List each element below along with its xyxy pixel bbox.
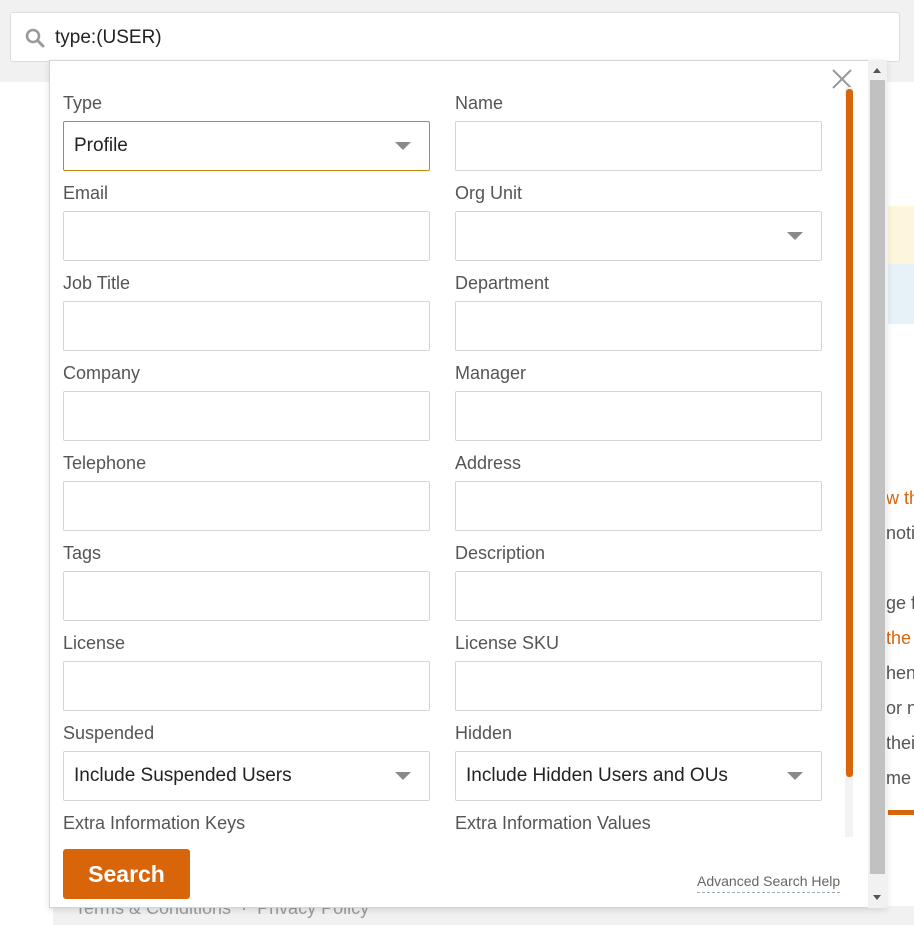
chevron-down-icon <box>395 142 411 150</box>
type-select-value: Profile <box>74 135 128 156</box>
org-unit-select[interactable] <box>455 211 822 261</box>
advanced-search-panel: Type Profile Name Email Org Unit Job Tit… <box>49 60 887 908</box>
background-text: hen <box>886 663 914 683</box>
manager-input[interactable] <box>455 391 822 441</box>
hidden-select[interactable]: Include Hidden Users and OUs <box>455 751 822 801</box>
background-text: notif <box>886 523 914 543</box>
suspended-label: Suspended <box>63 723 155 743</box>
scroll-down-arrow-icon[interactable] <box>873 895 881 900</box>
background-highlight-yellow <box>888 206 914 264</box>
background-text: thei <box>886 733 914 753</box>
tags-input[interactable] <box>63 571 430 621</box>
department-label: Department <box>455 273 550 293</box>
telephone-input[interactable] <box>63 481 430 531</box>
hidden-label: Hidden <box>455 723 513 743</box>
search-bar[interactable]: type:(USER) <box>10 12 900 62</box>
background-text: or n <box>886 698 914 718</box>
type-label: Type <box>63 93 103 113</box>
extra-info-values-label: Extra Information Values <box>455 813 651 833</box>
email-input[interactable] <box>63 211 430 261</box>
company-label: Company <box>63 363 141 383</box>
org-unit-label: Org Unit <box>455 183 523 203</box>
scroll-up-arrow-icon[interactable] <box>873 68 881 73</box>
company-input[interactable] <box>63 391 430 441</box>
search-button[interactable]: Search <box>63 849 190 899</box>
background-text: me <box>886 768 912 788</box>
panel-scrollbar-thumb[interactable] <box>846 89 853 777</box>
background-text: w th <box>886 488 914 508</box>
hidden-select-value: Include Hidden Users and OUs <box>466 765 728 786</box>
outer-scrollbar-thumb[interactable] <box>870 80 885 874</box>
outer-scrollbar[interactable] <box>868 60 887 908</box>
background-text: ge f <box>886 593 914 613</box>
manager-label: Manager <box>455 363 527 383</box>
department-input[interactable] <box>455 301 822 351</box>
background-text: the <box>886 628 912 648</box>
license-input[interactable] <box>63 661 430 711</box>
advanced-search-help-link[interactable]: Advanced Search Help <box>697 873 841 893</box>
chevron-down-icon <box>787 232 803 240</box>
address-input[interactable] <box>455 481 822 531</box>
suspended-select[interactable]: Include Suspended Users <box>63 751 430 801</box>
email-label: Email <box>63 183 109 203</box>
license-label: License <box>63 633 126 653</box>
job-title-label: Job Title <box>63 273 131 293</box>
address-label: Address <box>455 453 522 473</box>
chevron-down-icon <box>787 772 803 780</box>
suspended-select-value: Include Suspended Users <box>74 765 292 786</box>
background-highlight-blue <box>888 264 914 324</box>
telephone-label: Telephone <box>63 453 147 473</box>
job-title-input[interactable] <box>63 301 430 351</box>
search-query[interactable]: type:(USER) <box>55 27 162 49</box>
type-select[interactable]: Profile <box>63 121 430 171</box>
description-input[interactable] <box>455 571 822 621</box>
chevron-down-icon <box>395 772 411 780</box>
license-sku-input[interactable] <box>455 661 822 711</box>
search-icon <box>25 28 45 48</box>
tags-label: Tags <box>63 543 102 563</box>
license-sku-label: License SKU <box>455 633 560 653</box>
background-divider <box>888 810 914 815</box>
description-label: Description <box>455 543 546 563</box>
name-label: Name <box>455 93 504 113</box>
extra-info-keys-label: Extra Information Keys <box>63 813 246 833</box>
name-input[interactable] <box>455 121 822 171</box>
